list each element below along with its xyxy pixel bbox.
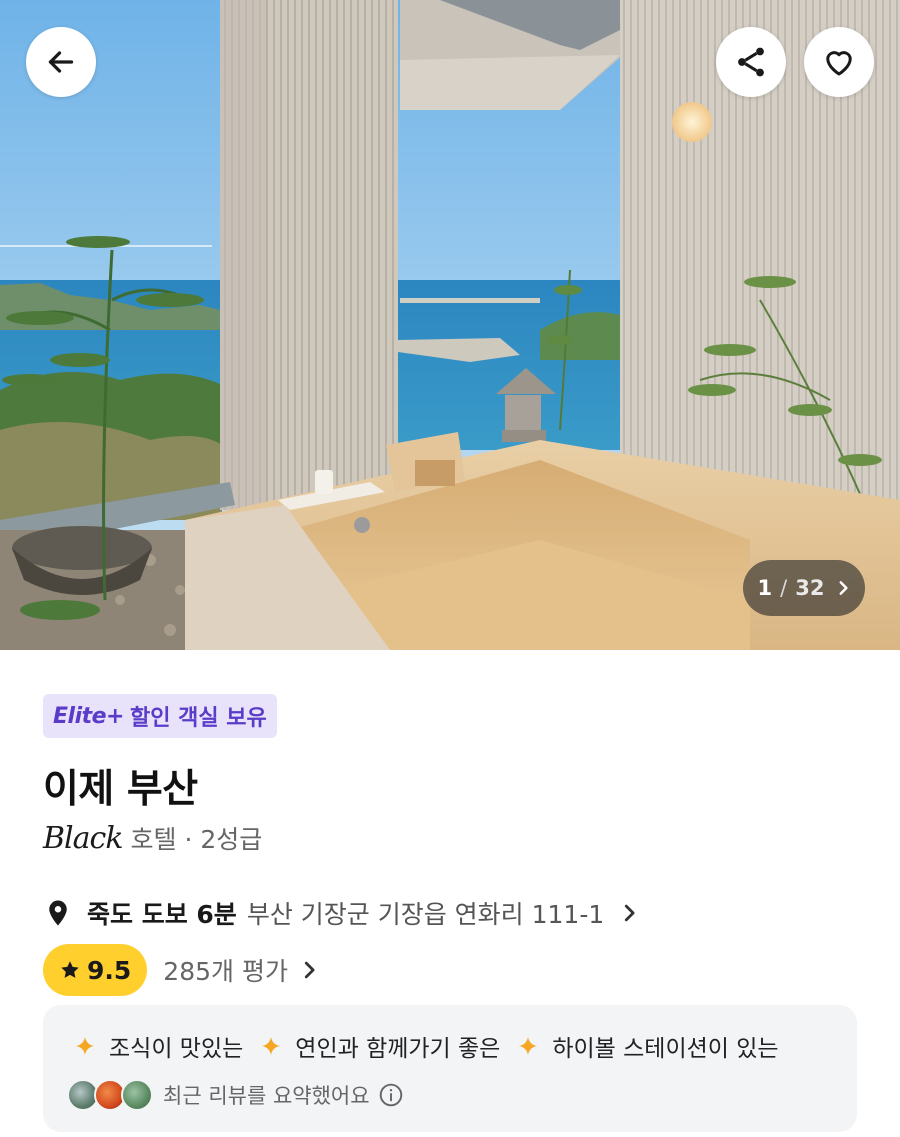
location-address: 부산 기장군 기장읍 연화리 111-1	[246, 900, 605, 929]
black-brand-logo: Black	[43, 820, 124, 856]
hotel-grade-row: Black 호텔 · 2성급	[43, 818, 262, 858]
share-button[interactable]	[716, 27, 786, 97]
arrow-left-icon	[43, 44, 79, 80]
review-tag-label: 하이볼 스테이션이 있는	[552, 1036, 779, 1062]
back-button[interactable]	[26, 27, 96, 97]
heart-outline-icon	[821, 44, 857, 80]
avatar	[121, 1079, 153, 1111]
map-pin-icon	[43, 897, 77, 929]
hotel-grade: 호텔 · 2성급	[130, 825, 263, 854]
bath-room-photo	[0, 0, 900, 650]
info-icon[interactable]	[378, 1082, 404, 1108]
review-summary-footer: 최근 리뷰를 요약했어요	[67, 1079, 404, 1111]
location-walk-time: 죽도 도보 6분	[87, 900, 237, 929]
reviewer-avatars	[67, 1079, 153, 1111]
sparkle-icon	[518, 1036, 538, 1056]
photo-counter-current: 1	[757, 576, 773, 600]
review-tag: 조식이 맛있는	[75, 1029, 243, 1063]
review-summary-card[interactable]: 조식이 맛있는 연인과 함께가기 좋은 하이볼 스테이션이 있는 최근 리뷰를 …	[43, 1005, 857, 1132]
chevron-right-icon	[302, 959, 316, 981]
rating-row[interactable]: 9.5 285개 평가	[43, 944, 316, 996]
review-tags: 조식이 맛있는 연인과 함께가기 좋은 하이볼 스테이션이 있는	[75, 1029, 797, 1063]
review-tag: 하이볼 스테이션이 있는	[518, 1029, 779, 1063]
photo-counter-separator: /	[780, 576, 788, 600]
elite-plus-label: Elite+	[53, 703, 124, 729]
elite-badge-text: 할인 객실 보유	[129, 706, 267, 731]
sparkle-icon	[261, 1036, 281, 1056]
photo-counter-total: 32	[795, 576, 825, 600]
hero-photo[interactable]: 1 / 32	[0, 0, 900, 650]
review-tag-label: 연인과 함께가기 좋은	[295, 1036, 501, 1062]
location-row[interactable]: 죽도 도보 6분 부산 기장군 기장읍 연화리 111-1	[43, 893, 636, 933]
like-button[interactable]	[804, 27, 874, 97]
review-tag-label: 조식이 맛있는	[109, 1036, 244, 1062]
hotel-name: 이제 부산	[43, 767, 198, 812]
share-icon	[733, 44, 769, 80]
star-icon	[59, 959, 81, 981]
review-tag: 연인과 함께가기 좋은	[261, 1029, 500, 1063]
chevron-right-icon	[622, 902, 636, 924]
photo-counter[interactable]: 1 / 32	[743, 560, 865, 616]
sparkle-icon	[75, 1036, 95, 1056]
review-count: 285개 평가	[163, 957, 288, 986]
summary-note: 최근 리뷰를 요약했어요	[163, 1084, 370, 1108]
rating-score: 9.5	[87, 955, 132, 985]
chevron-right-icon	[836, 579, 850, 597]
elite-discount-badge: Elite+ 할인 객실 보유	[43, 694, 277, 738]
rating-badge: 9.5	[43, 944, 148, 996]
